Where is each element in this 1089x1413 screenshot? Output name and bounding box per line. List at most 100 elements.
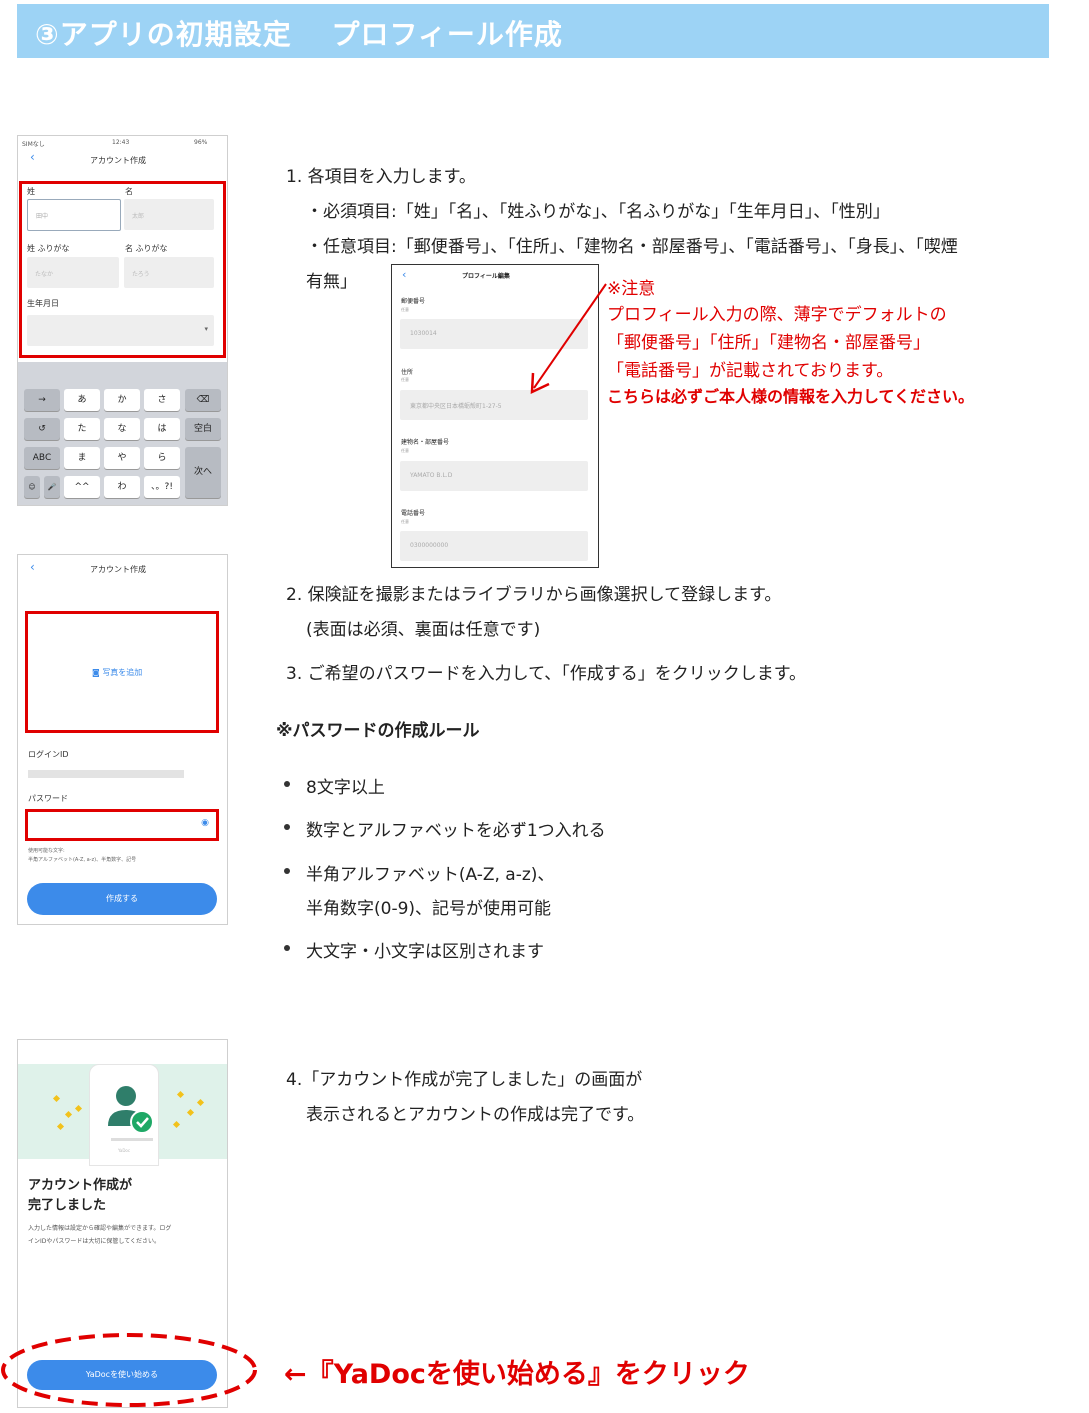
password-label: パスワード [28, 794, 68, 803]
emoji-key-icon[interactable]: ☺ [24, 476, 40, 498]
key-r1-1[interactable]: あ [64, 389, 100, 411]
postal-optional: 任意 [401, 307, 409, 312]
key-r3-0[interactable]: ABC [24, 447, 60, 469]
optional-items-text: ・任意項目:「郵便番号」、「住所」、「建物名・部屋番号」、「電話番号」、「身長」… [306, 237, 958, 257]
first-name-input[interactable]: 太郎 [124, 199, 214, 230]
camera-icon: ◙ [92, 668, 100, 677]
screen-title: アカウント作成 [90, 565, 146, 574]
step2-sub-text: (表面は必須、裏面は任意です) [306, 620, 541, 640]
step2-text: 2. 保険証を撮影またはライブラリから画像選択して登録します。 [286, 585, 782, 605]
building-value: YAMATO B.L.D [410, 472, 453, 479]
first-name-label: 名 [125, 187, 133, 196]
mic-key-icon[interactable]: 🎤 [44, 476, 60, 498]
key-r3-2[interactable]: や [104, 447, 140, 469]
first-kana-input[interactable]: たろう [124, 257, 214, 288]
login-id-value-blurred [28, 770, 184, 778]
password-hint1: 使用可能な文字: [28, 848, 65, 854]
rule-bullet [284, 945, 290, 951]
rule-3: 半角アルファベット(A-Z, a-z)、 [306, 865, 555, 885]
phone-label: 電話番号 [401, 510, 426, 517]
complete-title1: アカウント作成が [28, 1178, 133, 1193]
back-chevron-icon[interactable]: ‹ [402, 268, 406, 281]
note-line4: こちらは必ずご本人様の情報を入力してください。 [607, 387, 975, 406]
key-r2-3[interactable]: は [144, 418, 180, 440]
rule-2: 数字とアルファベットを必ず1つ入れる [306, 821, 606, 841]
status-battery: 96% [194, 139, 208, 146]
last-name-input[interactable]: 田中 [27, 199, 121, 231]
address-value: 東京都中央区日本橋蛎殻町1-27-5 [410, 403, 502, 410]
step3-text: 3. ご希望のパスワードを入力して、「作成する」をクリックします。 [286, 664, 807, 684]
postal-value: 1030014 [410, 330, 437, 337]
password-rules-title: ※パスワードの作成ルール [276, 721, 480, 741]
status-carrier: SIMなし [22, 141, 45, 148]
complete-desc2: インIDやパスワードは大切に保管してください。 [28, 1238, 161, 1245]
birthdate-select[interactable]: ▾ [27, 315, 214, 346]
password-input[interactable]: ◉ [25, 809, 219, 841]
building-optional: 任意 [401, 448, 409, 453]
japanese-keyboard: → あ か さ ⌫ ↺ た な は 空白 ABC ま や ら 次へ ☺ 🎤 ^^… [18, 362, 227, 505]
rule-1: 8文字以上 [306, 778, 385, 798]
key-r3-3[interactable]: ら [144, 447, 180, 469]
key-r2-4[interactable]: 空白 [185, 418, 221, 440]
phone-input[interactable]: 0300000000 [400, 531, 588, 561]
profile-edit-title: プロフィール編集 [462, 273, 510, 280]
key-r2-2[interactable]: な [104, 418, 140, 440]
rule-4: 大文字・小文字は区別されます [306, 942, 544, 962]
eye-icon[interactable]: ◉ [201, 818, 209, 828]
complete-desc1: 入力した情報は設定から確認や編集ができます。ログ [28, 1225, 172, 1232]
key-r2-1[interactable]: た [64, 418, 100, 440]
first-name-placeholder: 太郎 [132, 213, 145, 220]
key-r1-3[interactable]: さ [144, 389, 180, 411]
building-input[interactable]: YAMATO B.L.D [400, 461, 588, 491]
first-kana-placeholder: たろう [132, 271, 150, 278]
key-r2-0[interactable]: ↺ [24, 418, 60, 440]
dropdown-arrow-icon: ▾ [204, 325, 208, 333]
last-kana-placeholder: たなか [35, 271, 54, 278]
card-line [111, 1138, 153, 1141]
card-brand: YaDoc [118, 1148, 131, 1153]
note-arrow-icon [530, 283, 607, 395]
rule-bullet [284, 824, 290, 830]
note-line2: 「郵便番号」「住所」「建物名・部屋番号」 [607, 333, 930, 353]
screen-title: アカウント作成 [90, 156, 146, 165]
step4-text: 4.「アカウント作成が完了しました」の画面が [286, 1070, 643, 1090]
back-chevron-icon[interactable]: ‹ [30, 560, 35, 574]
key-r1-0[interactable]: → [24, 389, 60, 411]
login-id-label: ログインID [28, 750, 69, 759]
status-time: 12:43 [112, 139, 130, 146]
step1-text: 1. 各項目を入力します。 [286, 167, 476, 187]
address-optional: 任意 [401, 377, 409, 382]
add-photo-label: 写真を追加 [102, 668, 143, 677]
user-check-icon [108, 1086, 154, 1134]
key-r3-1[interactable]: ま [64, 447, 100, 469]
highlight-ellipse [1, 1333, 257, 1407]
step4-cont-text: 表示されるとアカウントの作成は完了です。 [306, 1105, 645, 1125]
rule-bullet [284, 868, 290, 874]
key-r4-2[interactable]: ^^ [64, 476, 100, 498]
note-heading: ※注意 [607, 279, 656, 299]
phone-insurance-password-screen: ‹ アカウント作成 ◙ 写真を追加 ログインID パスワード ◉ 使用可能な文字… [17, 554, 228, 925]
rule-bullet [284, 781, 290, 787]
key-r4-3[interactable]: わ [104, 476, 140, 498]
key-r1-2[interactable]: か [104, 389, 140, 411]
key-r4-4[interactable]: 、。?! [144, 476, 180, 498]
password-hint2: 半角アルファベット(A-Z, a-z)、半角数字、記号 [28, 857, 137, 863]
complete-title2: 完了しました [28, 1198, 107, 1213]
photo-area[interactable]: ◙ 写真を追加 [25, 611, 219, 733]
section-title: ③アプリの初期設定 プロフィール作成 [35, 18, 563, 51]
section-header: ③アプリの初期設定 プロフィール作成 [17, 4, 1049, 58]
birthdate-label: 生年月日 [27, 299, 59, 308]
key-r1-4[interactable]: ⌫ [185, 389, 221, 411]
first-kana-label: 名 ふりがな [125, 244, 168, 253]
building-label: 建物名・部屋番号 [401, 439, 450, 446]
key-r3-4[interactable]: 次へ [185, 447, 221, 498]
last-kana-input[interactable]: たなか [27, 257, 119, 288]
address-label: 住所 [401, 369, 414, 376]
postal-label: 郵便番号 [401, 298, 426, 305]
create-button[interactable]: 作成する [27, 883, 217, 915]
click-callout: ←『YaDocを使い始める』をクリック [284, 1359, 750, 1390]
add-photo-button[interactable]: ◙ 写真を追加 [92, 667, 142, 678]
phone-optional: 任意 [401, 519, 409, 524]
back-chevron-icon[interactable]: ‹ [30, 150, 35, 164]
last-name-placeholder: 田中 [36, 213, 49, 220]
